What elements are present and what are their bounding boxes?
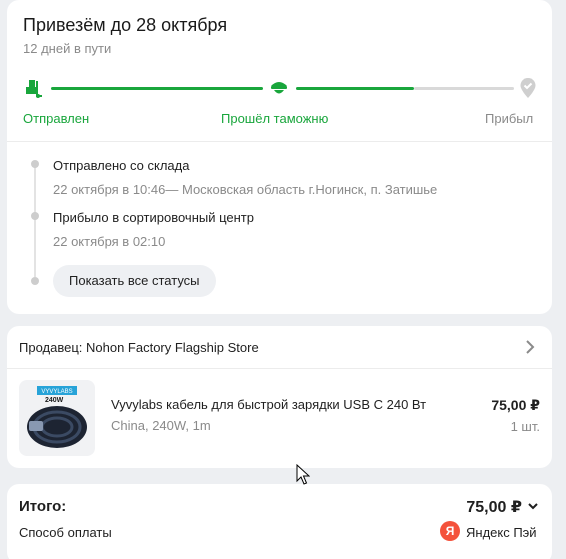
progress-segment-remaining [414,87,514,90]
total-label: Итого: [19,498,67,515]
chevron-right-icon [522,338,538,356]
total-value[interactable]: 75,00 ₽ [466,497,522,517]
chevron-down-icon[interactable] [526,499,540,513]
timeline-dot [31,160,39,168]
product-quantity: 1 шт. [510,419,540,434]
product-price: 75,00 ₽ [491,397,540,413]
seller-row[interactable]: Продавец: Nohon Factory Flagship Store [7,326,552,368]
step-label-sent: Отправлен [23,111,90,126]
payment-method-value: Яндекс Пэй [466,525,537,540]
progress-segment-1 [51,87,263,90]
timeline-item-detail: 22 октября в 10:46— Московская область г… [53,182,438,197]
payment-method-label: Способ оплаты [19,525,112,540]
product-name[interactable]: Vyvylabs кабель для быстрой зарядки USB … [111,397,426,412]
progress-segment-2 [296,87,414,90]
customs-officer-icon [268,77,290,99]
timeline-dot [31,277,39,285]
location-pin-icon [519,77,541,99]
order-item-card: Продавец: Nohon Factory Flagship Store V… [7,326,552,468]
delivery-title: Привезём до 28 октября [23,15,228,35]
show-all-statuses-button[interactable]: Показать все статусы [53,265,216,297]
delivery-subtitle: 12 дней в пути [23,41,112,56]
timeline-dot [31,212,39,220]
product-variant: China, 240W, 1m [111,418,211,433]
timeline-item-title: Отправлено со склада [53,158,190,173]
product-image[interactable]: VYVYLABS 240W [19,380,95,456]
product-image-brand: VYVYLABS [41,389,72,395]
step-label-customs: Прошёл таможню [221,111,329,126]
yandex-pay-icon: Я [440,521,460,541]
divider [7,141,552,142]
divider [7,368,552,369]
delivery-tracking-card: Привезём до 28 октября 12 дней в пути От… [7,0,552,314]
delivery-progress-bar [23,76,536,100]
order-total-card: Итого: 75,00 ₽ Способ оплаты Я Яндекс Пэ… [7,484,552,559]
dolly-icon [23,77,45,99]
timeline-line [34,165,36,277]
timeline-item-detail: 22 октября в 02:10 [53,234,166,249]
product-image-badge: 240W [45,397,64,404]
mouse-cursor-icon [296,463,311,486]
timeline-item-title: Прибыло в сортировочный центр [53,210,254,225]
step-label-arrived: Прибыл [485,111,534,126]
seller-name: Продавец: Nohon Factory Flagship Store [19,340,259,355]
